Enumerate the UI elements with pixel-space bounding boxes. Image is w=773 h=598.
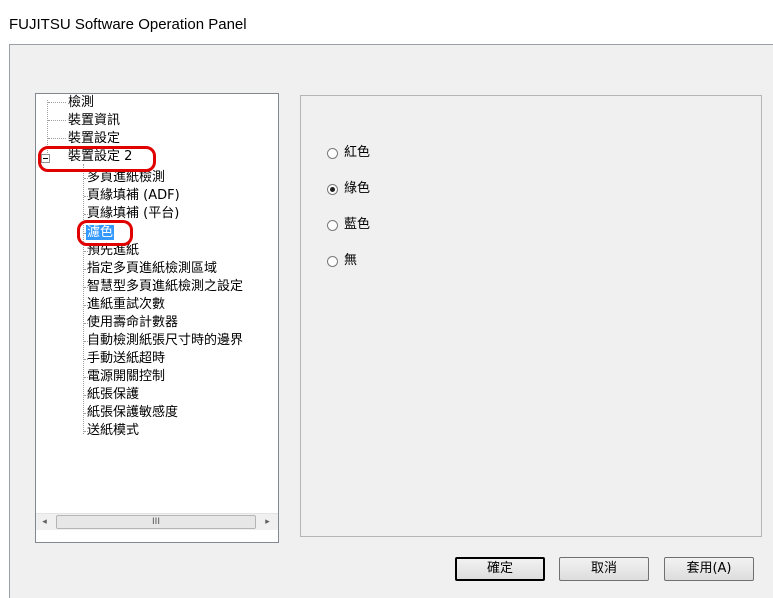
radio-label-red: 紅色 xyxy=(344,145,371,160)
collapse-toggle-icon[interactable] xyxy=(41,154,50,163)
radio-button-icon[interactable] xyxy=(327,255,338,267)
tree-connector xyxy=(48,138,66,139)
cancel-button[interactable]: 取消 xyxy=(559,557,649,581)
tree-item[interactable]: 紙張保護 xyxy=(86,387,140,402)
tree-item[interactable]: 使用壽命計數器 xyxy=(86,315,179,330)
radio-green[interactable]: 綠色 xyxy=(327,180,370,198)
tree-connector-children xyxy=(83,164,84,434)
tree-connector-root xyxy=(47,100,48,159)
scroll-left-arrow-icon[interactable]: ◂ xyxy=(36,514,53,530)
tree-item[interactable]: 智慧型多頁進紙檢測之設定 xyxy=(86,279,244,294)
tree-item[interactable]: 裝置資訊 xyxy=(67,113,121,128)
tree-item[interactable]: 自動檢測紙張尺寸時的邊界 xyxy=(86,333,244,348)
radio-blue[interactable]: 藍色 xyxy=(327,216,370,234)
title-bar: FUJITSU Software Operation Panel xyxy=(0,0,773,44)
tree-item[interactable]: 濾色 xyxy=(86,225,115,240)
tree-item[interactable]: 頁緣填補 (ADF) xyxy=(86,188,181,203)
scroll-right-arrow-icon[interactable]: ▸ xyxy=(259,514,276,530)
color-dropout-panel: 紅色 綠色 藍色 無 xyxy=(300,95,762,537)
tree-item[interactable]: 多頁進紙檢測 xyxy=(86,170,166,185)
window-title: FUJITSU Software Operation Panel xyxy=(9,16,247,33)
radio-button-icon[interactable] xyxy=(327,219,338,231)
tree-item[interactable]: 電源開關控制 xyxy=(86,369,166,384)
settings-tree[interactable]: 檢測裝置資訊裝置設定裝置設定 2 多頁進紙檢測 頁緣填補 (ADF) 頁緣填補 (平台… xyxy=(35,93,279,543)
apply-button[interactable]: 套用(A) xyxy=(664,557,754,581)
tree-item[interactable]: 手動送紙超時 xyxy=(86,351,166,366)
tree-item[interactable]: 裝置設定 2 xyxy=(67,149,133,164)
radio-none[interactable]: 無 xyxy=(327,252,357,270)
ok-button[interactable]: 確定 xyxy=(455,557,545,581)
tree-item[interactable]: 裝置設定 xyxy=(67,131,121,146)
tree-item[interactable]: 進紙重試次數 xyxy=(86,297,166,312)
scrollbar-thumb[interactable]: III xyxy=(56,515,256,529)
tree-item[interactable]: 檢測 xyxy=(67,95,95,110)
radio-label-green: 綠色 xyxy=(344,181,371,196)
window-frame xyxy=(0,44,9,598)
tree-item[interactable]: 指定多頁進紙檢測區域 xyxy=(86,261,218,276)
tree-item[interactable]: 預先進紙 xyxy=(86,243,140,258)
tree-item[interactable]: 頁緣填補 (平台) xyxy=(86,206,180,221)
radio-red[interactable]: 紅色 xyxy=(327,144,370,162)
tree-item[interactable]: 紙張保護敏感度 xyxy=(86,405,179,420)
tree-connector xyxy=(48,102,66,103)
tree-connector xyxy=(48,120,66,121)
radio-label-blue: 藍色 xyxy=(344,217,371,232)
radio-button-icon[interactable] xyxy=(327,147,338,159)
tree-item[interactable]: 送紙模式 xyxy=(86,423,140,438)
radio-button-icon[interactable] xyxy=(327,183,338,195)
tree-horizontal-scrollbar[interactable]: ◂ III ▸ xyxy=(36,513,278,530)
radio-label-none: 無 xyxy=(344,253,358,268)
